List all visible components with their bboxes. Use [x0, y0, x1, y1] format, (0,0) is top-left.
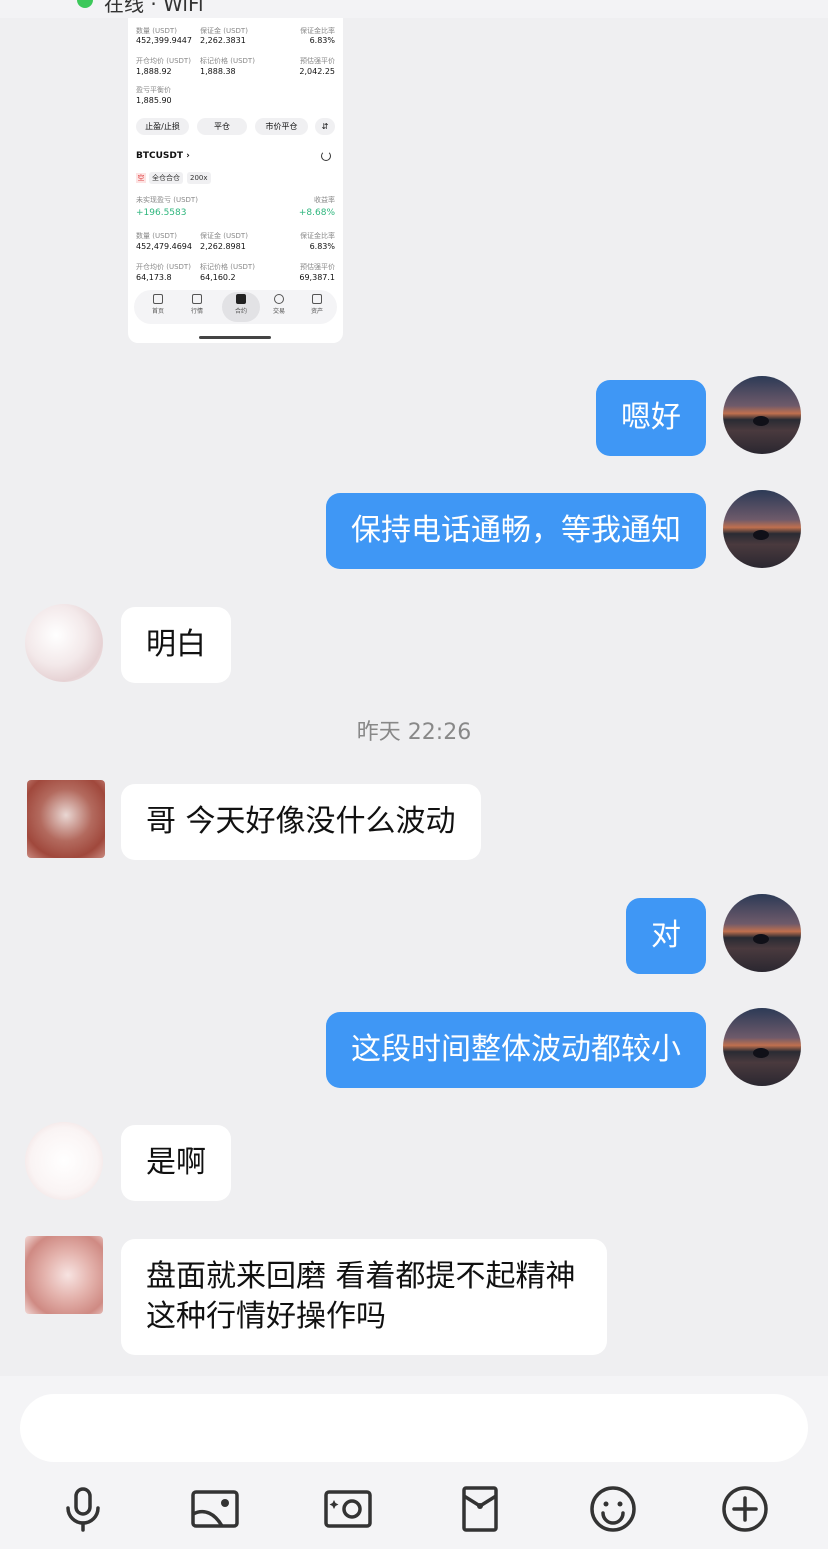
- pnl-value: +196.5583: [136, 208, 187, 218]
- pnl-label: 未实现盈亏 (USDT): [136, 196, 198, 204]
- leverage-tag: 200x: [187, 172, 211, 184]
- camera-icon[interactable]: [323, 1484, 373, 1534]
- image-icon[interactable]: [190, 1484, 240, 1534]
- shot-label: 保证金比率: [300, 27, 335, 35]
- shot-label: 预估强平价: [300, 57, 335, 65]
- my-avatar[interactable]: [723, 376, 801, 454]
- nav-label: 交易: [272, 308, 285, 315]
- reverse-icon: ⇵: [315, 118, 335, 135]
- trade-icon: [274, 294, 284, 304]
- message-input[interactable]: [20, 1394, 808, 1462]
- shot-value: 6.83%: [309, 36, 335, 45]
- shot-label: 保证金 (USDT): [200, 27, 248, 35]
- symbol-label: BTCUSDT ›: [136, 151, 190, 161]
- nav-futures: 合约: [226, 294, 256, 315]
- my-avatar[interactable]: [723, 490, 801, 568]
- shot-value: 69,387.1: [299, 273, 335, 282]
- market-close-button: 市价平仓: [255, 118, 308, 135]
- message-bubble-outgoing[interactable]: 保持电话通畅，等我通知: [326, 493, 706, 569]
- wallet-icon: [312, 294, 322, 304]
- nav-label: 合约: [234, 308, 247, 315]
- home-icon: [153, 294, 163, 304]
- nav-label: 行情: [190, 308, 203, 315]
- nav-trade: 交易: [264, 294, 294, 315]
- contact-avatar[interactable]: [25, 1236, 103, 1314]
- message-bubble-incoming[interactable]: 哥 今天好像没什么波动: [121, 784, 481, 860]
- input-panel: [0, 1376, 828, 1549]
- shot-value: 64,160.2: [200, 273, 236, 282]
- rate-value: +8.68%: [298, 208, 335, 218]
- shot-value: 1,885.90: [136, 96, 172, 105]
- shot-label: 开仓均价 (USDT): [136, 57, 191, 65]
- contact-avatar[interactable]: [27, 780, 105, 858]
- message-bubble-outgoing[interactable]: 嗯好: [596, 380, 706, 456]
- shot-label: 数量 (USDT): [136, 232, 177, 240]
- shot-value: 2,262.3831: [200, 36, 246, 45]
- shot-label: 开仓均价 (USDT): [136, 263, 191, 271]
- shot-label: 预估强平价: [300, 263, 335, 271]
- nav-assets: 资产: [302, 294, 332, 315]
- shot-value: 2,042.25: [299, 67, 335, 76]
- emoji-icon[interactable]: [588, 1484, 638, 1534]
- shot-label: 标记价格 (USDT): [200, 57, 255, 65]
- shot-label: 保证金 (USDT): [200, 232, 248, 240]
- status-text: 在线 · WiFi: [104, 0, 204, 16]
- home-indicator: [199, 336, 271, 339]
- take-profit-stop-loss-button: 止盈/止损: [136, 118, 189, 135]
- shot-label: 盈亏平衡价: [136, 86, 171, 94]
- chart-icon: [192, 294, 202, 304]
- shot-value: 64,173.8: [136, 273, 172, 282]
- my-avatar[interactable]: [723, 894, 801, 972]
- my-avatar[interactable]: [723, 1008, 801, 1086]
- message-timestamp: 昨天 22:26: [356, 720, 472, 745]
- message-bubble-incoming[interactable]: 盘面就来回磨 看着都提不起精神 这种行情好操作吗: [121, 1239, 607, 1355]
- shot-value: 2,262.8981: [200, 242, 246, 251]
- refresh-icon: [321, 151, 331, 161]
- nav-market: 行情: [182, 294, 212, 315]
- shot-label: 保证金比率: [300, 232, 335, 240]
- message-bubble-outgoing[interactable]: 这段时间整体波动都较小: [326, 1012, 706, 1088]
- shot-value: 1,888.92: [136, 67, 172, 76]
- shot-bottom-nav: 首页 行情 合约 交易 资产: [134, 290, 337, 324]
- plus-icon[interactable]: [720, 1484, 770, 1534]
- shot-label: 数量 (USDT): [136, 27, 177, 35]
- rate-label: 收益率: [314, 196, 335, 204]
- margin-mode-tag: 全仓合仓: [149, 172, 183, 184]
- shot-value: 1,888.38: [200, 67, 236, 76]
- shot-value: 452,479.4694: [136, 242, 192, 251]
- shot-value: 6.83%: [309, 242, 335, 251]
- message-bubble-outgoing[interactable]: 对: [626, 898, 706, 974]
- red-packet-icon[interactable]: [455, 1484, 505, 1534]
- close-position-button: 平仓: [197, 118, 247, 135]
- screenshot-image-message[interactable]: 数量 (USDT) 保证金 (USDT) 保证金比率 452,399.9447 …: [128, 18, 343, 343]
- shot-value: 452,399.9447: [136, 36, 192, 45]
- message-bubble-incoming[interactable]: 明白: [121, 607, 231, 683]
- status-bar: 在线 · WiFi: [0, 0, 828, 18]
- message-bubble-incoming[interactable]: 是啊: [121, 1125, 231, 1201]
- contract-icon: [236, 294, 246, 304]
- microphone-icon[interactable]: [58, 1484, 108, 1534]
- online-indicator-icon: [77, 0, 93, 8]
- contact-avatar[interactable]: [25, 604, 103, 682]
- nav-label: 首页: [151, 308, 164, 315]
- contact-avatar[interactable]: [25, 1122, 103, 1200]
- short-badge: 空: [136, 173, 146, 183]
- nav-label: 资产: [310, 308, 323, 315]
- shot-label: 标记价格 (USDT): [200, 263, 255, 271]
- nav-home: 首页: [143, 294, 173, 315]
